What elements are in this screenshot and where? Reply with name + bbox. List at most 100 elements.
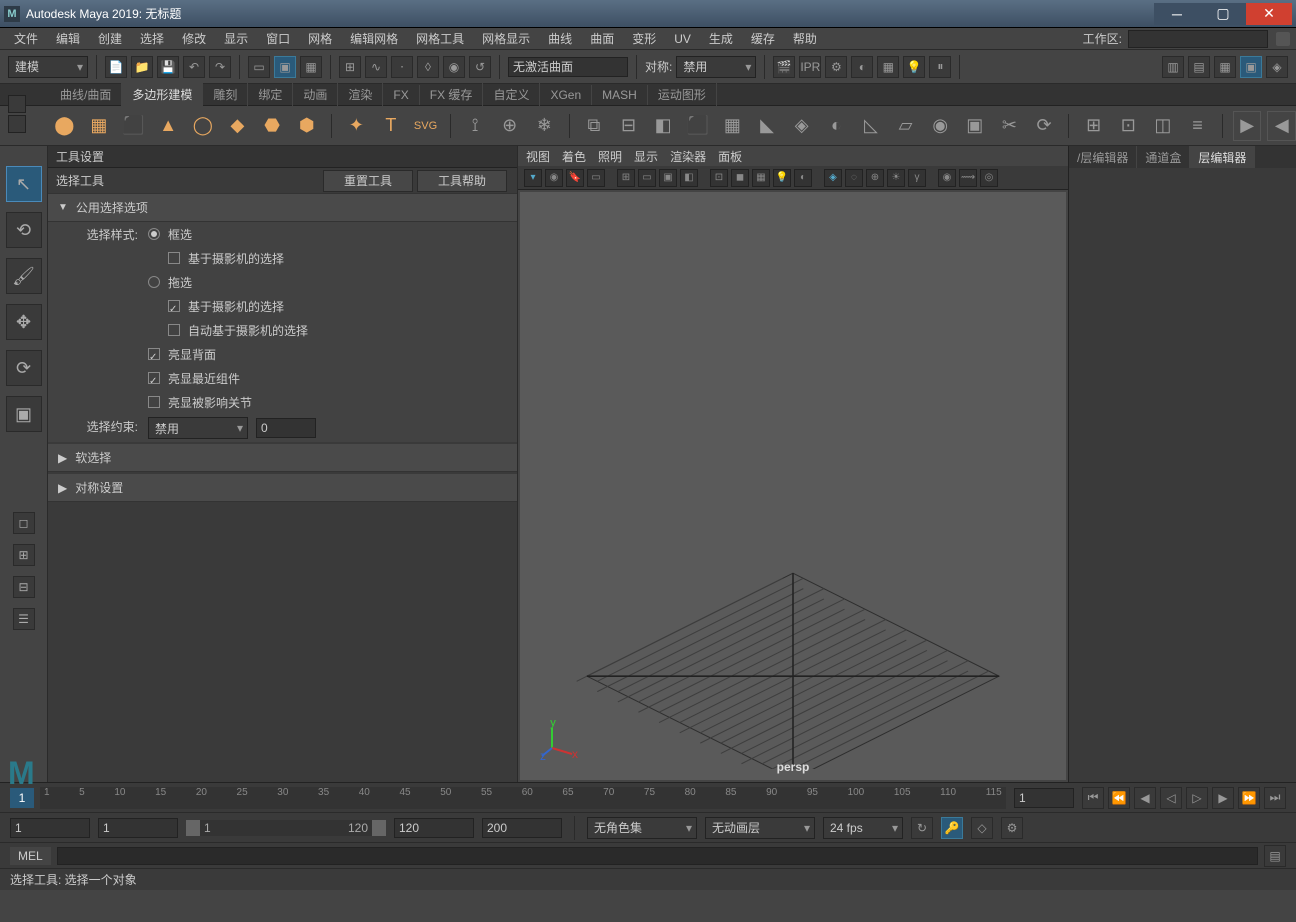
new-scene-icon[interactable]: 📄 xyxy=(105,56,127,78)
vp-aa-icon[interactable]: ◉ xyxy=(938,169,956,187)
play-forward-button[interactable]: ▷ xyxy=(1186,787,1208,809)
mirror-icon[interactable]: ◈ xyxy=(787,111,816,141)
select-component-icon[interactable]: ▣ xyxy=(274,56,296,78)
vp-textured-icon[interactable]: ▦ xyxy=(752,169,770,187)
auto-key-button[interactable]: 🔑 xyxy=(941,817,963,839)
anim-start-field[interactable]: 1 xyxy=(10,818,90,838)
boolean-icon[interactable]: ◧ xyxy=(649,111,678,141)
tab-layer-editor[interactable]: 层编辑器 xyxy=(1190,146,1255,168)
menu-generate[interactable]: 生成 xyxy=(701,28,741,49)
paint-select-button[interactable]: 🖌 xyxy=(6,258,42,294)
section-symmetry[interactable]: ▶ 对称设置 xyxy=(48,474,517,502)
poly-cylinder-icon[interactable]: ⬛ xyxy=(119,111,148,141)
go-end-button[interactable]: ⏭ xyxy=(1264,787,1286,809)
poly-plane-icon[interactable]: ◆ xyxy=(223,111,252,141)
snap-grid-icon[interactable]: ⊞ xyxy=(339,56,361,78)
vp-menu-shading[interactable]: 着色 xyxy=(562,148,586,165)
layout-outliner-button[interactable]: ☰ xyxy=(13,608,35,630)
rotate-tool-button[interactable]: ⟳ xyxy=(6,350,42,386)
menu-mesh-tools[interactable]: 网格工具 xyxy=(408,28,472,49)
mel-label[interactable]: MEL xyxy=(10,847,51,865)
tool-help-button[interactable]: 工具帮助 xyxy=(417,170,507,192)
anim-layer-dropdown[interactable]: 无动画层 xyxy=(705,817,815,839)
vp-xray-icon[interactable]: ◌ xyxy=(845,169,863,187)
render-settings-icon[interactable]: ⚙ xyxy=(825,56,847,78)
menu-help[interactable]: 帮助 xyxy=(785,28,825,49)
command-input[interactable] xyxy=(57,847,1258,865)
menu-modify[interactable]: 修改 xyxy=(174,28,214,49)
menu-mesh[interactable]: 网格 xyxy=(300,28,340,49)
menu-select[interactable]: 选择 xyxy=(132,28,172,49)
vp-grid-icon[interactable]: ⊞ xyxy=(617,169,635,187)
shelf-tab-animation[interactable]: 动画 xyxy=(293,83,338,106)
step-forward-button[interactable]: ▶ xyxy=(1212,787,1234,809)
combine-icon[interactable]: ⧉ xyxy=(580,111,609,141)
menuset-dropdown[interactable]: 建模 xyxy=(8,56,88,78)
shelf-tab-polymodel[interactable]: 多边形建模 xyxy=(122,83,203,106)
open-scene-icon[interactable]: 📁 xyxy=(131,56,153,78)
vp-bookmark-icon[interactable]: 🔖 xyxy=(566,169,584,187)
viewport-3d[interactable]: y x z persp xyxy=(520,192,1066,780)
snap-toggle-icon[interactable]: ↺ xyxy=(469,56,491,78)
camera-based-checkbox[interactable] xyxy=(168,252,180,264)
poly-svg-icon[interactable]: SVG xyxy=(411,111,440,141)
snap-point-icon[interactable]: ⋅ xyxy=(391,56,413,78)
select-mask-icon[interactable]: ▦ xyxy=(300,56,322,78)
script-editor-button[interactable]: ▤ xyxy=(1264,845,1286,867)
center-pivot-icon[interactable]: ⊕ xyxy=(495,111,524,141)
vp-menu-panels[interactable]: 面板 xyxy=(718,148,742,165)
menu-edit[interactable]: 编辑 xyxy=(48,28,88,49)
undo-icon[interactable]: ↶ xyxy=(183,56,205,78)
menu-create[interactable]: 创建 xyxy=(90,28,130,49)
shelf-tab-xgen[interactable]: XGen xyxy=(540,85,592,105)
snap-live-icon[interactable]: ◉ xyxy=(443,56,465,78)
render-view-icon[interactable]: ▦ xyxy=(877,56,899,78)
ipr-icon[interactable]: IPR xyxy=(799,56,821,78)
snap-curve-icon[interactable]: ∿ xyxy=(365,56,387,78)
fps-dropdown[interactable]: 24 fps xyxy=(823,817,903,839)
move-tool-button[interactable]: ✥ xyxy=(6,304,42,340)
shelf-menu-icon[interactable] xyxy=(8,95,26,113)
camera-based2-checkbox[interactable] xyxy=(168,300,180,312)
highlight-affected-checkbox[interactable] xyxy=(148,396,160,408)
step-back-key-button[interactable]: ⏪ xyxy=(1108,787,1130,809)
menu-edit-mesh[interactable]: 编辑网格 xyxy=(342,28,406,49)
panel-toggle-5-icon[interactable]: ◈ xyxy=(1266,56,1288,78)
multicut-icon[interactable]: ✂ xyxy=(995,111,1024,141)
symmetry-dropdown[interactable]: 禁用 xyxy=(676,56,756,78)
vp-film-gate-icon[interactable]: ▭ xyxy=(638,169,656,187)
triangulate-icon[interactable]: ◺ xyxy=(857,111,886,141)
panel-toggle-2-icon[interactable]: ▤ xyxy=(1188,56,1210,78)
go-start-button[interactable]: ⏮ xyxy=(1082,787,1104,809)
shelf-tab-sculpt[interactable]: 雕刻 xyxy=(203,83,248,106)
crease-icon[interactable]: ≡ xyxy=(1183,111,1212,141)
pause-icon[interactable]: ⏸ xyxy=(929,56,951,78)
menu-curves[interactable]: 曲线 xyxy=(540,28,580,49)
panel-toggle-3-icon[interactable]: ▦ xyxy=(1214,56,1236,78)
panel-toggle-4-icon[interactable]: ▣ xyxy=(1240,56,1262,78)
insert-edge-icon[interactable]: ⊞ xyxy=(1079,111,1108,141)
section-soft-select[interactable]: ▶ 软选择 xyxy=(48,444,517,472)
bridge-icon[interactable]: ▦ xyxy=(718,111,747,141)
prefs-button[interactable]: ⚙ xyxy=(1001,817,1023,839)
extrude-icon[interactable]: ⬛ xyxy=(683,111,712,141)
panel-toggle-1-icon[interactable]: ▥ xyxy=(1162,56,1184,78)
target-weld-icon[interactable]: ⟳ xyxy=(1030,111,1059,141)
poly-type-icon[interactable]: T xyxy=(377,111,406,141)
menu-display[interactable]: 显示 xyxy=(216,28,256,49)
layout-two-button[interactable]: ⊟ xyxy=(13,576,35,598)
render-icon[interactable]: 🎬 xyxy=(773,56,795,78)
vp-menu-lighting[interactable]: 照明 xyxy=(598,148,622,165)
tab-layer-editor-a[interactable]: /层编辑器 xyxy=(1069,146,1137,168)
loop-button[interactable]: ↻ xyxy=(911,817,933,839)
playback-start-field[interactable]: 1 xyxy=(98,818,178,838)
vp-lights-icon[interactable]: 💡 xyxy=(773,169,791,187)
range-slider[interactable]: 1 120 xyxy=(186,820,386,836)
vp-motion-blur-icon[interactable]: ⟿ xyxy=(959,169,977,187)
vp-menu-renderer[interactable]: 渲染器 xyxy=(670,148,706,165)
shelf-tab-custom[interactable]: 自定义 xyxy=(483,83,540,106)
bevel-icon[interactable]: ◣ xyxy=(753,111,782,141)
step-forward-key-button[interactable]: ⏩ xyxy=(1238,787,1260,809)
vp-shadows-icon[interactable]: ◐ xyxy=(794,169,812,187)
shelf-edit-icon[interactable] xyxy=(8,115,26,133)
